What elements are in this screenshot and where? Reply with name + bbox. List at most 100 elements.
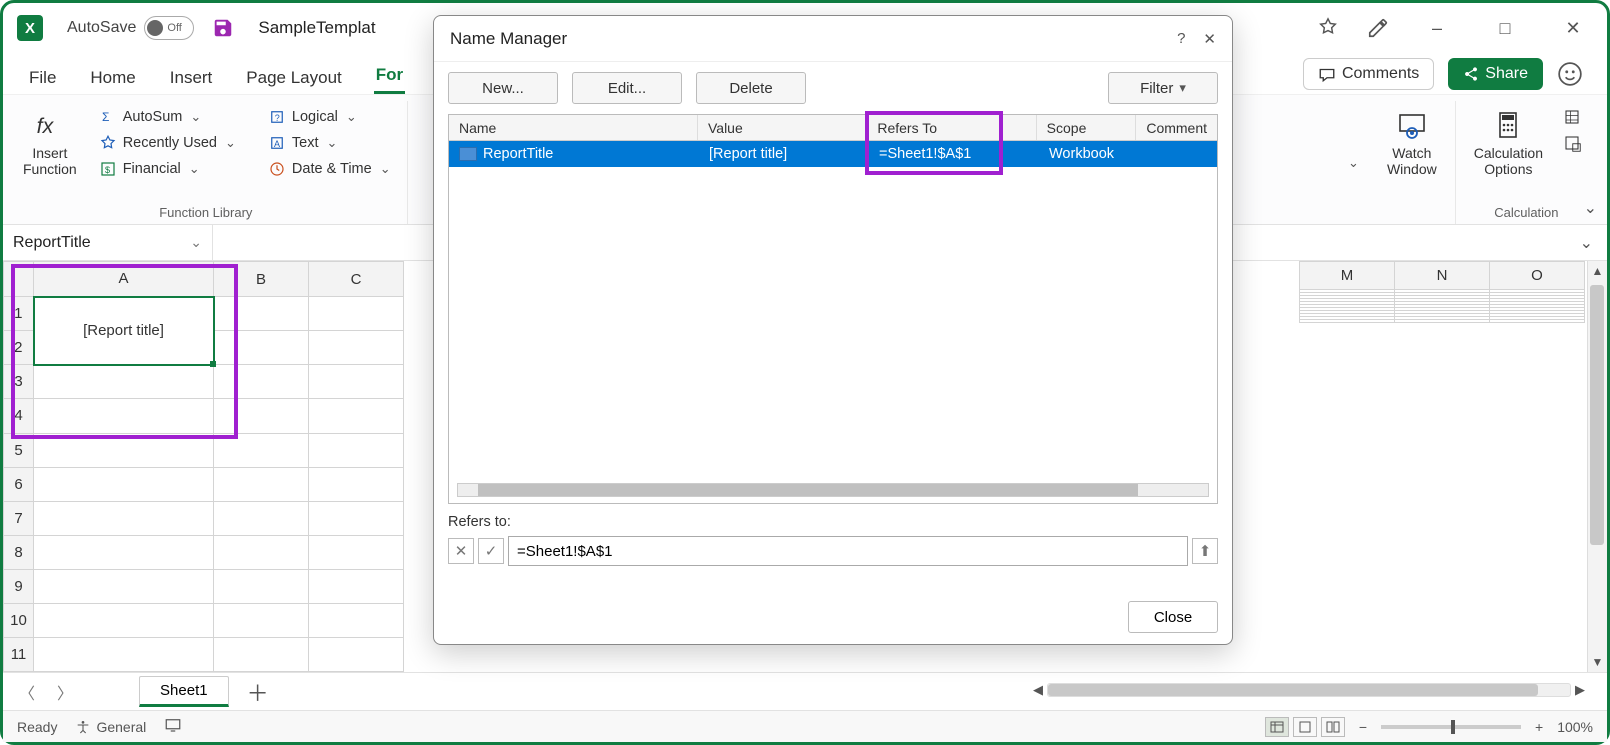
autosave-toggle[interactable]: AutoSave Off: [67, 16, 194, 40]
col-header-name[interactable]: Name: [449, 115, 698, 140]
date-time-button[interactable]: Date & Time⌄: [264, 157, 395, 181]
row-header[interactable]: 4: [4, 399, 34, 433]
delete-button[interactable]: Delete: [696, 72, 806, 104]
minimize-button[interactable]: –: [1417, 8, 1457, 48]
add-sheet-button[interactable]: ＋: [239, 676, 277, 708]
watch-window-button[interactable]: Watch Window: [1381, 105, 1443, 181]
cell[interactable]: [309, 331, 404, 365]
sheet-nav-next[interactable]: 〉: [51, 676, 79, 708]
zoom-slider[interactable]: [1381, 725, 1521, 729]
col-header-value[interactable]: Value: [698, 115, 867, 140]
cell[interactable]: [34, 433, 214, 467]
copilot-icon[interactable]: [1317, 17, 1339, 39]
row-header[interactable]: 6: [4, 467, 34, 501]
cell-A1[interactable]: [Report title]: [34, 297, 214, 365]
dialog-titlebar[interactable]: Name Manager ? ✕: [434, 16, 1232, 62]
name-box[interactable]: ReportTitle ⌄: [3, 225, 213, 260]
col-header-B[interactable]: B: [214, 262, 309, 297]
cell[interactable]: [309, 569, 404, 603]
cell[interactable]: [309, 433, 404, 467]
dialog-help-button[interactable]: ?: [1177, 30, 1185, 48]
cell[interactable]: [214, 637, 309, 671]
tab-formulas[interactable]: For: [374, 59, 405, 94]
cell[interactable]: [34, 399, 214, 433]
scroll-up-arrow[interactable]: ▲: [1592, 261, 1604, 281]
row-header[interactable]: 3: [4, 365, 34, 399]
comments-button[interactable]: Comments: [1303, 58, 1434, 90]
calculate-now-button[interactable]: [1559, 105, 1585, 129]
cell[interactable]: [1300, 320, 1395, 323]
cell[interactable]: [34, 603, 214, 637]
cell[interactable]: [1490, 320, 1585, 323]
hscroll-thumb[interactable]: [1048, 684, 1538, 696]
row-header[interactable]: 8: [4, 535, 34, 569]
cell[interactable]: [309, 467, 404, 501]
insert-function-button[interactable]: fx Insert Function: [17, 105, 83, 181]
dialog-close-x[interactable]: ✕: [1203, 30, 1216, 48]
cell[interactable]: [214, 331, 309, 365]
filter-button[interactable]: Filter▾: [1108, 72, 1218, 104]
cell[interactable]: [214, 501, 309, 535]
view-normal[interactable]: [1265, 717, 1289, 737]
calculation-options-button[interactable]: Calculation Options: [1468, 105, 1549, 181]
maximize-button[interactable]: □: [1485, 8, 1525, 48]
col-header-A[interactable]: A: [34, 262, 214, 297]
cell[interactable]: [34, 501, 214, 535]
col-header-scope[interactable]: Scope: [1037, 115, 1137, 140]
col-header-comment[interactable]: Comment: [1136, 115, 1217, 140]
sheet-tab-sheet1[interactable]: Sheet1: [139, 676, 229, 707]
refers-to-input[interactable]: =Sheet1!$A$1: [508, 536, 1188, 566]
cell[interactable]: [34, 637, 214, 671]
cell[interactable]: [214, 365, 309, 399]
row-header[interactable]: 10: [4, 603, 34, 637]
cell[interactable]: [214, 603, 309, 637]
accessibility-status[interactable]: General: [75, 719, 146, 735]
cell[interactable]: [34, 365, 214, 399]
autosum-button[interactable]: ΣAutoSum⌄: [95, 105, 240, 129]
cell[interactable]: [309, 535, 404, 569]
share-button[interactable]: Share: [1448, 58, 1543, 90]
ribbon-collapse-button[interactable]: ⌄: [1584, 198, 1597, 218]
scroll-down-arrow[interactable]: ▼: [1592, 652, 1604, 672]
sheet-nav-prev[interactable]: 〈: [13, 676, 41, 708]
row-header[interactable]: 11: [4, 637, 34, 671]
zoom-level[interactable]: 100%: [1557, 719, 1593, 735]
cell[interactable]: [34, 467, 214, 501]
vertical-scrollbar[interactable]: ▲ ▼: [1587, 261, 1607, 672]
cell[interactable]: [214, 297, 309, 331]
cell[interactable]: [34, 535, 214, 569]
new-button[interactable]: New...: [448, 72, 558, 104]
recently-used-button[interactable]: Recently Used⌄: [95, 131, 240, 155]
tab-page-layout[interactable]: Page Layout: [244, 62, 343, 94]
col-header-O[interactable]: O: [1490, 262, 1585, 290]
view-page-break[interactable]: [1321, 717, 1345, 737]
close-window-button[interactable]: ✕: [1553, 8, 1593, 48]
refers-accept-button[interactable]: ✓: [478, 538, 504, 564]
text-button[interactable]: AText⌄: [264, 131, 395, 155]
cell[interactable]: [309, 365, 404, 399]
view-page-layout[interactable]: [1293, 717, 1317, 737]
formula-bar-expand[interactable]: ⌄: [1566, 233, 1607, 253]
ribbon-overflow-button[interactable]: ⌄: [1342, 152, 1363, 174]
row-header[interactable]: 7: [4, 501, 34, 535]
row-header[interactable]: 5: [4, 433, 34, 467]
cell[interactable]: [214, 569, 309, 603]
col-header-N[interactable]: N: [1395, 262, 1490, 290]
list-hscroll[interactable]: [457, 483, 1209, 497]
cell[interactable]: [309, 501, 404, 535]
save-icon[interactable]: [212, 17, 234, 39]
calculate-sheet-button[interactable]: [1559, 131, 1585, 155]
collapse-dialog-button[interactable]: ⬆: [1192, 538, 1218, 564]
pencil-icon[interactable]: [1367, 17, 1389, 39]
row-header[interactable]: 9: [4, 569, 34, 603]
tab-home[interactable]: Home: [88, 62, 137, 94]
zoom-knob[interactable]: [1451, 720, 1455, 734]
display-settings-icon[interactable]: [164, 716, 182, 737]
names-list[interactable]: Name Value Refers To Scope Comment Repor…: [448, 114, 1218, 504]
toggle-switch[interactable]: Off: [144, 16, 194, 40]
tab-insert[interactable]: Insert: [168, 62, 215, 94]
chevron-down-icon[interactable]: ⌄: [190, 234, 202, 251]
col-header-refers[interactable]: Refers To: [867, 115, 1036, 140]
select-all-corner[interactable]: [4, 262, 34, 297]
cell[interactable]: [214, 399, 309, 433]
